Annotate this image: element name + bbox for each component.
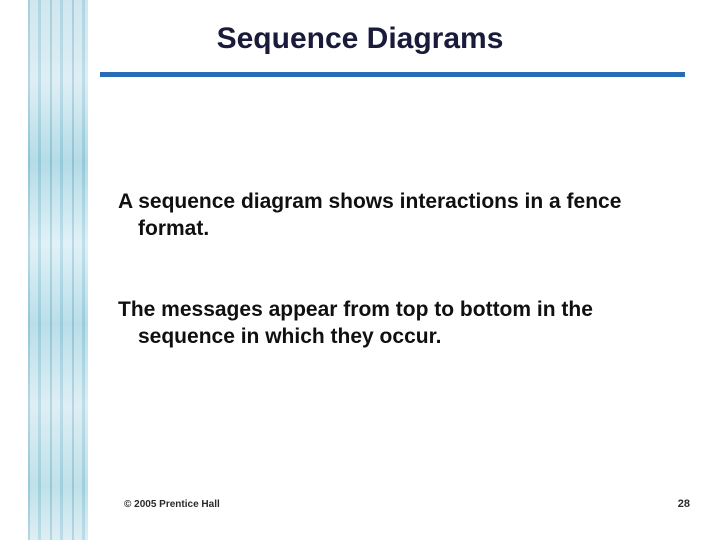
footer-copyright: © 2005 Prentice Hall	[124, 499, 220, 510]
footer-page-number: 28	[678, 498, 690, 510]
body-paragraph-1: A sequence diagram shows interactions in…	[118, 188, 658, 243]
side-decor-strip	[28, 0, 88, 540]
p1-lead: A	[118, 190, 138, 213]
p1-emphasis: sequence diagram	[138, 190, 322, 213]
title-divider	[100, 72, 685, 77]
slide-title: Sequence Diagrams	[0, 22, 720, 56]
body-paragraph-2: The messages appear from top to bottom i…	[118, 296, 678, 351]
